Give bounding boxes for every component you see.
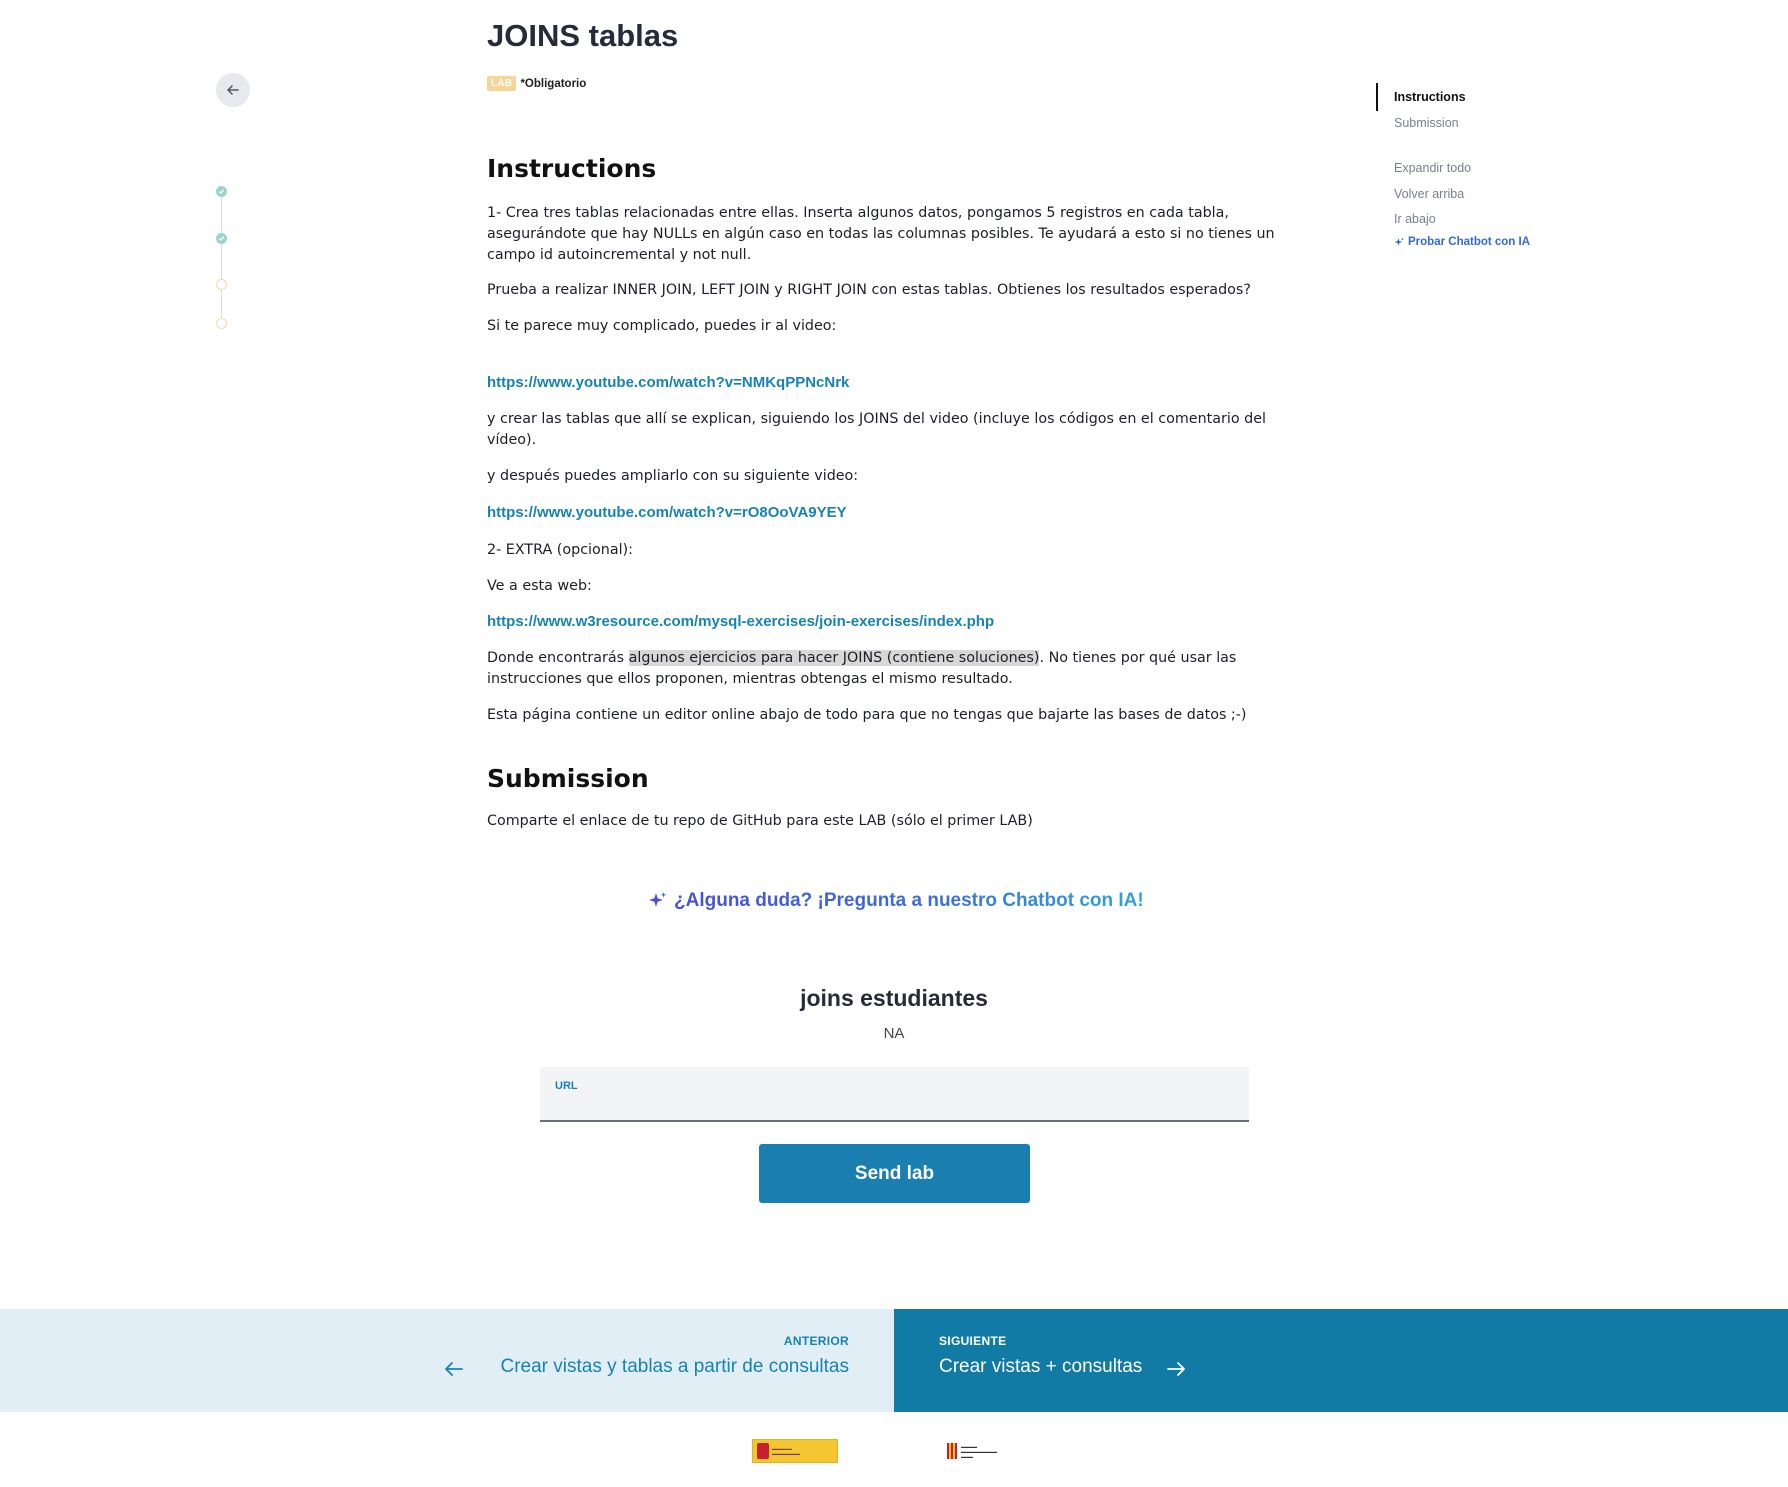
url-label: URL bbox=[555, 1080, 578, 1092]
form-subtitle: NA bbox=[883, 1025, 905, 1042]
progress-step-done[interactable] bbox=[216, 186, 227, 197]
youtube-link-2[interactable]: https://www.youtube.com/watch?v=rO8OoVA9… bbox=[487, 504, 847, 521]
send-lab-button[interactable]: Send lab bbox=[759, 1144, 1030, 1203]
check-icon bbox=[218, 189, 225, 194]
check-icon bbox=[218, 236, 225, 241]
progress-step-done[interactable] bbox=[216, 233, 227, 244]
previous-kicker: ANTERIOR bbox=[783, 1334, 849, 1348]
progress-rail bbox=[214, 184, 230, 334]
arrow-left-icon bbox=[227, 85, 239, 95]
instructions-heading: Instructions bbox=[487, 154, 657, 183]
toc-ai-chatbot-link[interactable]: Probar Chatbot con IA bbox=[1394, 236, 1530, 248]
arrow-left-icon bbox=[445, 1362, 463, 1376]
catalonia-government-logo: ▬▬▬▬ ▬▬▬▬▬▬▬▬▬ ▬▬▬ bbox=[947, 1442, 1043, 1460]
instructions-paragraph: Ve a esta web: bbox=[487, 578, 592, 594]
page-title: JOINS tablas bbox=[487, 18, 679, 53]
logo-text-lines: ▬▬▬▬ ▬▬▬▬▬▬▬▬▬ ▬▬▬ bbox=[961, 1443, 997, 1459]
pager: ANTERIOR Crear vistas y tablas a partir … bbox=[0, 1309, 1788, 1412]
logo-text-lines: ▬▬▬▬▬ ▬▬▬▬▬▬▬ bbox=[772, 1446, 800, 1456]
back-button[interactable] bbox=[216, 73, 250, 107]
toc-item-submission[interactable]: Submission bbox=[1394, 116, 1459, 130]
progress-step-todo[interactable] bbox=[216, 279, 227, 290]
sparkle-icon bbox=[649, 892, 667, 907]
instructions-paragraph: y después puedes ampliarlo con su siguie… bbox=[487, 468, 859, 484]
instructions-paragraph: 1- Crea tres tablas relacionadas entre e… bbox=[487, 205, 1275, 263]
paragraph-text: Donde encontrarás bbox=[487, 650, 629, 666]
catalonia-flag-icon bbox=[947, 1443, 957, 1459]
url-field[interactable]: URL bbox=[540, 1067, 1249, 1122]
previous-lesson-label: Crear vistas y tablas a partir de consul… bbox=[500, 1356, 850, 1377]
instructions-paragraph: y crear las tablas que allí se explican,… bbox=[487, 411, 1266, 448]
chatbot-cta[interactable]: ¿Alguna duda? ¡Pregunta a nuestro Chatbo… bbox=[648, 890, 1144, 912]
w3resource-link[interactable]: https://www.w3resource.com/mysql-exercis… bbox=[487, 613, 994, 630]
instructions-paragraph: Prueba a realizar INNER JOIN, LEFT JOIN … bbox=[487, 282, 1251, 298]
spain-crest-icon bbox=[757, 1443, 769, 1459]
url-input[interactable] bbox=[555, 1093, 1235, 1117]
mandatory-label: *Obligatorio bbox=[520, 77, 587, 90]
instructions-paragraph: 2- EXTRA (opcional): bbox=[487, 542, 633, 558]
toc-back-to-top[interactable]: Volver arriba bbox=[1394, 187, 1464, 201]
instructions-paragraph: Donde encontrarás algunos ejercicios par… bbox=[487, 648, 1277, 690]
submission-paragraph: Comparte el enlace de tu repo de GitHub … bbox=[487, 813, 1033, 829]
toc-ai-label: Probar Chatbot con IA bbox=[1408, 236, 1531, 248]
previous-lesson-link[interactable]: ANTERIOR Crear vistas y tablas a partir … bbox=[0, 1309, 894, 1412]
instructions-paragraph: Si te parece muy complicado, puedes ir a… bbox=[487, 318, 837, 334]
toc-active-indicator bbox=[1376, 83, 1378, 111]
spain-government-logo: ▬▬▬▬▬ ▬▬▬▬▬▬▬ bbox=[752, 1439, 838, 1463]
youtube-link-1[interactable]: https://www.youtube.com/watch?v=NMKqPPNc… bbox=[487, 374, 849, 391]
chatbot-cta-label: ¿Alguna duda? ¡Pregunta a nuestro Chatbo… bbox=[674, 890, 1144, 911]
arrow-right-icon bbox=[1167, 1362, 1185, 1376]
progress-step-todo[interactable] bbox=[216, 318, 227, 329]
submission-heading: Submission bbox=[487, 764, 649, 793]
form-title: joins estudiantes bbox=[800, 985, 988, 1011]
next-kicker: SIGUIENTE bbox=[939, 1334, 1007, 1348]
toc-item-instructions[interactable]: Instructions bbox=[1394, 90, 1466, 104]
progress-line bbox=[221, 192, 222, 324]
toc-expand-all[interactable]: Expandir todo bbox=[1394, 161, 1471, 175]
instructions-paragraph: Esta página contiene un editor online ab… bbox=[487, 707, 1247, 723]
next-lesson-label: Crear vistas + consultas bbox=[939, 1356, 1143, 1377]
lab-badge: LAB bbox=[487, 76, 517, 91]
next-lesson-link[interactable]: SIGUIENTE Crear vistas + consultas bbox=[894, 1309, 1788, 1412]
toc-go-down[interactable]: Ir abajo bbox=[1394, 212, 1436, 226]
sparkle-icon bbox=[1394, 237, 1405, 246]
highlighted-text: algunos ejercicios para hacer JOINS (con… bbox=[628, 650, 1040, 666]
page-meta: LAB *Obligatorio bbox=[487, 76, 586, 91]
